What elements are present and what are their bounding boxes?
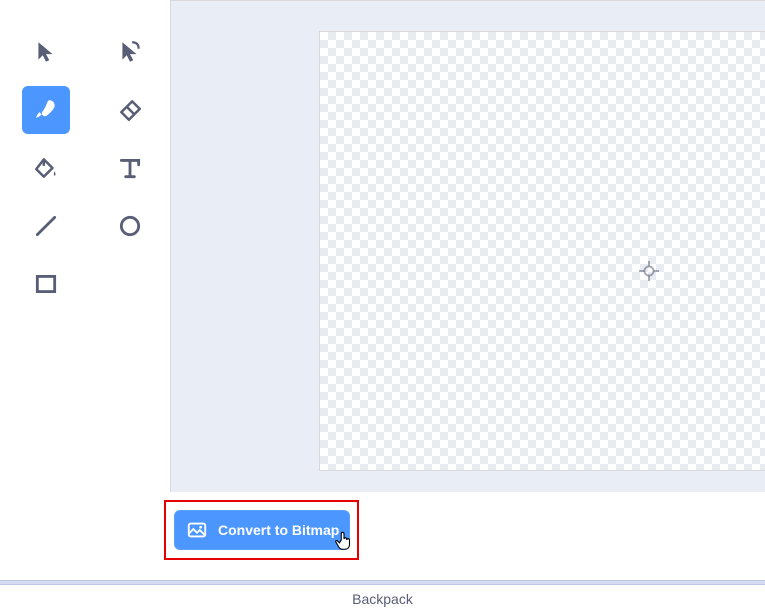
center-crosshair-icon [638,260,660,282]
canvas-viewport [170,0,765,492]
brush-tool[interactable] [22,86,70,134]
circle-icon [117,213,143,239]
reshape-tool[interactable] [106,28,154,76]
convert-to-bitmap-button[interactable]: Convert to Bitmap [174,510,350,550]
text-icon [117,155,143,181]
brush-icon [33,97,59,123]
image-icon [186,519,208,541]
rectangle-tool[interactable] [22,260,70,308]
paint-bucket-icon [33,155,59,181]
rectangle-icon [33,271,59,297]
backpack-label: Backpack [352,591,413,607]
eraser-tool[interactable] [106,86,154,134]
fill-tool[interactable] [22,144,70,192]
eraser-icon [117,97,143,123]
circle-tool[interactable] [106,202,154,250]
line-icon [33,213,59,239]
text-tool[interactable] [106,144,154,192]
line-tool[interactable] [22,202,70,250]
reshape-cursor-icon [117,39,143,65]
select-tool[interactable] [22,28,70,76]
cursor-icon [33,39,59,65]
drawing-canvas[interactable] [319,31,765,471]
convert-to-bitmap-label: Convert to Bitmap [218,522,339,538]
backpack-panel-header[interactable]: Backpack [0,585,765,613]
tool-palette [0,0,170,580]
